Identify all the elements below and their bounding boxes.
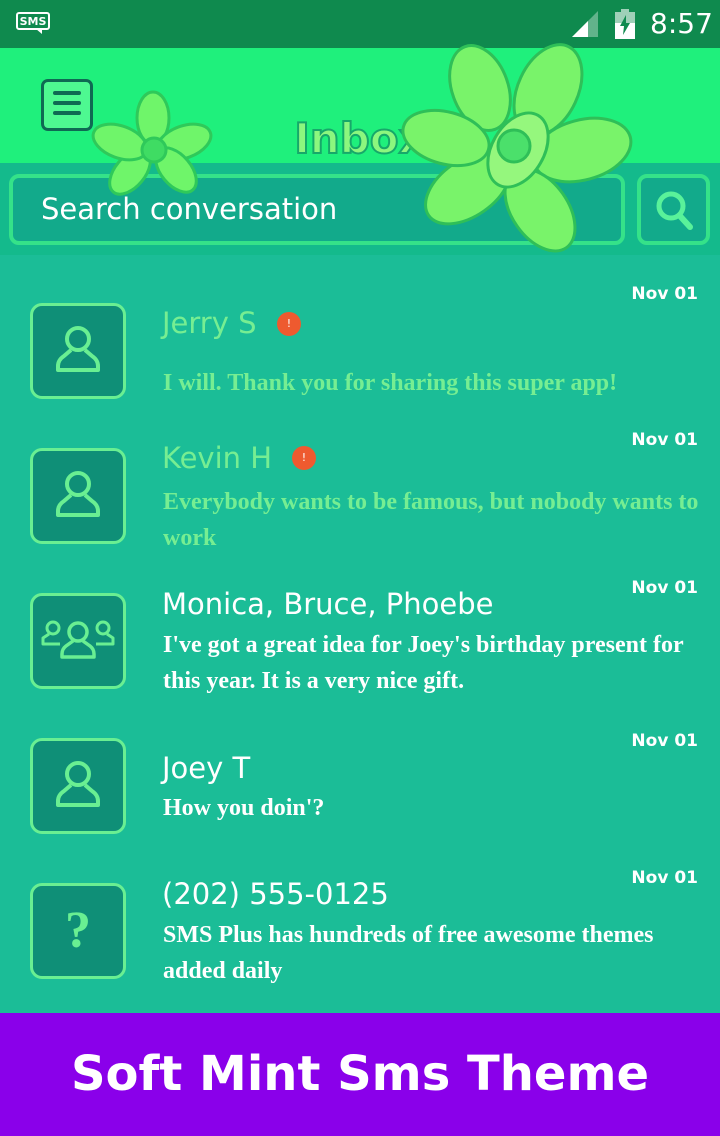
menu-icon <box>53 91 81 95</box>
status-time: 8:57 <box>650 7 713 40</box>
conversation-row[interactable]: Jerry S ! Nov 01 I will. Thank you for s… <box>0 255 720 399</box>
group-icon <box>41 620 115 659</box>
contact-name: Joey T <box>162 751 251 785</box>
search-input[interactable]: Search conversation <box>9 174 625 245</box>
conversation-row[interactable]: Monica, Bruce, Phoebe Nov 01 I've got a … <box>0 543 720 694</box>
app-header: Inbox <box>0 48 720 164</box>
page-title: Inbox <box>293 113 427 164</box>
conversation-row[interactable]: ? (202) 555-0125 Nov 01 SMS Plus has hun… <box>0 833 720 1013</box>
contact-name: Jerry S <box>162 306 257 340</box>
menu-icon-line <box>53 111 81 115</box>
unknown-contact-icon: ? <box>65 902 91 959</box>
person-icon <box>56 761 100 807</box>
svg-text:SMS: SMS <box>20 15 47 28</box>
avatar <box>30 593 126 689</box>
conversation-row[interactable]: Joey T Nov 01 How you doin'? <box>0 693 720 834</box>
unread-badge: ! <box>292 446 316 470</box>
battery-charging-icon <box>615 9 635 39</box>
avatar <box>30 303 126 399</box>
menu-button[interactable] <box>41 79 93 131</box>
message-date: Nov 01 <box>631 430 698 450</box>
theme-banner: Soft Mint Sms Theme <box>0 1013 720 1136</box>
message-snippet: SMS Plus has hundreds of free awesome th… <box>163 922 654 984</box>
unread-badge: ! <box>277 312 301 336</box>
contact-name: (202) 555-0125 <box>162 877 389 911</box>
person-icon <box>56 471 100 517</box>
search-button[interactable] <box>637 174 710 245</box>
conversation-row[interactable]: Kevin H ! Nov 01 Everybody wants to be f… <box>0 395 720 551</box>
message-snippet: I've got a great idea for Joey's birthda… <box>163 632 684 694</box>
contact-name: Kevin H <box>162 441 273 475</box>
sms-icon: SMS <box>16 12 50 34</box>
avatar <box>30 448 126 544</box>
message-date: Nov 01 <box>631 284 698 304</box>
search-bar: Search conversation <box>0 163 720 255</box>
search-icon <box>656 191 693 230</box>
message-date: Nov 01 <box>631 731 698 751</box>
conversation-list: Jerry S ! Nov 01 I will. Thank you for s… <box>0 255 720 1013</box>
contact-name: Monica, Bruce, Phoebe <box>162 587 494 621</box>
status-bar: SMS 8:57 <box>0 0 720 48</box>
person-icon <box>56 326 100 372</box>
avatar <box>30 738 126 834</box>
message-date: Nov 01 <box>631 868 698 888</box>
menu-icon-line <box>53 101 81 105</box>
signal-icon <box>572 11 598 37</box>
message-snippet: How you doin'? <box>163 795 325 821</box>
avatar: ? <box>30 883 126 979</box>
message-date: Nov 01 <box>631 578 698 598</box>
